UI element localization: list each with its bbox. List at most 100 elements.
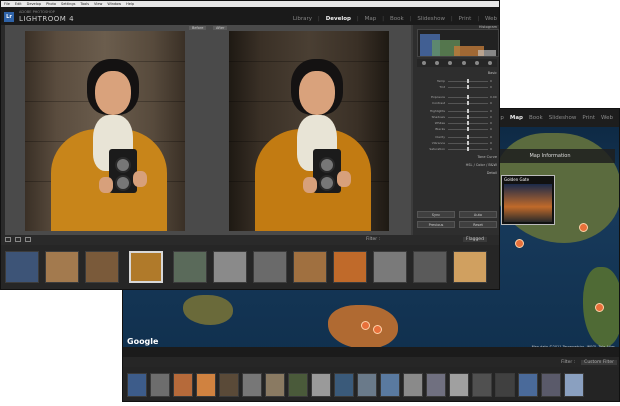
filmstrip-thumbnail[interactable] [413,251,447,283]
slider-exposure[interactable]: Exposure 0.00 [417,95,497,100]
slider-temp[interactable]: Temp 0 [417,79,497,84]
filmstrip-thumbnail[interactable] [373,251,407,283]
map-marker[interactable] [373,325,382,334]
slider-knob[interactable] [467,135,469,139]
filmstrip-thumbnail[interactable] [196,373,216,397]
histogram[interactable] [417,29,499,57]
filmstrip-thumbnail[interactable] [472,373,492,397]
filmstrip-thumbnail[interactable] [403,373,423,397]
filmstrip-filter-dropdown[interactable]: Flagged [463,237,487,242]
before-photo[interactable] [25,31,185,231]
filmstrip-thumbnail-selected[interactable] [129,251,163,283]
filmstrip-thumbnail[interactable] [219,373,239,397]
compare-view-icon[interactable] [25,237,31,242]
module-web[interactable]: Web [485,16,497,22]
slider-blacks[interactable]: Blacks 0 [417,127,497,132]
filmstrip-thumbnail[interactable] [265,373,285,397]
slider-knob[interactable] [467,147,469,151]
map-filter-dropdown[interactable]: Custom Filter [581,359,617,365]
menu-file[interactable]: File [4,2,10,6]
slider-whites[interactable]: Whites 0 [417,121,497,126]
spot-removal-icon[interactable] [434,61,439,65]
module-library[interactable]: Library [293,16,312,22]
filmstrip-thumbnail[interactable] [449,373,469,397]
slider-knob[interactable] [467,127,469,131]
filmstrip-thumbnail[interactable] [288,373,308,397]
module-web[interactable]: Web [601,115,613,121]
filmstrip-thumbnail[interactable] [5,251,39,283]
after-photo[interactable] [229,31,389,231]
menu-tools[interactable]: Tools [80,2,89,6]
filmstrip-thumbnail[interactable] [173,373,193,397]
slider-knob[interactable] [467,141,469,145]
map-marker[interactable] [595,303,604,312]
tone-curve-panel-header[interactable]: Tone Curve [417,155,498,161]
menu-develop[interactable]: Develop [27,2,41,6]
grid-view-icon[interactable] [5,237,11,242]
module-print[interactable]: Print [459,16,472,22]
menu-window[interactable]: Window [107,2,121,6]
photo-popup[interactable]: Golden Gate [501,175,555,225]
slider-knob[interactable] [467,85,469,89]
filmstrip-thumbnail[interactable] [45,251,79,283]
filmstrip-thumbnail[interactable] [213,251,247,283]
module-book[interactable]: Book [529,115,543,121]
filmstrip-thumbnail[interactable] [518,373,538,397]
module-slideshow[interactable]: Slideshow [417,16,445,22]
slider-knob[interactable] [467,95,469,99]
slider-clarity[interactable]: Clarity 0 [417,135,497,140]
filmstrip-thumbnail[interactable] [495,373,515,397]
slider-tint[interactable]: Tint 0 [417,85,497,90]
filmstrip-thumbnail[interactable] [426,373,446,397]
filmstrip-thumbnail[interactable] [333,251,367,283]
adjustment-brush-icon[interactable] [488,61,493,65]
module-map[interactable]: Map [510,115,523,121]
module-develop[interactable]: Develop [326,16,351,22]
filmstrip-thumbnail[interactable] [242,373,262,397]
loupe-view-icon[interactable] [15,237,21,242]
filmstrip-thumbnail[interactable] [150,373,170,397]
slider-knob[interactable] [467,115,469,119]
filmstrip-thumbnail[interactable] [541,373,561,397]
slider-knob[interactable] [467,101,469,105]
slider-shadows[interactable]: Shadows 0 [417,115,497,120]
slider-knob[interactable] [467,79,469,83]
module-slideshow[interactable]: Slideshow [549,115,577,121]
sync-button[interactable]: Sync [417,211,455,218]
menu-settings[interactable]: Settings [61,2,75,6]
red-eye-icon[interactable] [448,61,453,65]
slider-knob[interactable] [467,109,469,113]
menu-edit[interactable]: Edit [15,2,22,6]
reset-button[interactable]: Reset [459,221,497,228]
filmstrip-thumbnail[interactable] [453,251,487,283]
menu-photo[interactable]: Photo [46,2,56,6]
menu-view[interactable]: View [94,2,102,6]
radial-filter-icon[interactable] [474,61,479,65]
slider-saturation[interactable]: Saturation 0 [417,147,497,152]
filmstrip-thumbnail[interactable] [253,251,287,283]
map-marker[interactable] [361,321,370,330]
filmstrip-thumbnail[interactable] [380,373,400,397]
slider-vibrance[interactable]: Vibrance 0 [417,141,497,146]
module-map[interactable]: Map [365,16,377,22]
graduated-filter-icon[interactable] [461,61,466,65]
module-print[interactable]: Print [582,115,595,121]
slider-highlights[interactable]: Highlights 0 [417,109,497,114]
auto-button[interactable]: Auto [459,211,497,218]
map-marker[interactable] [515,239,524,248]
detail-panel-header[interactable]: Detail [417,171,497,177]
filmstrip-thumbnail[interactable] [173,251,207,283]
hsl-panel-header[interactable]: HSL / Color / B&W [417,163,497,169]
filmstrip-thumbnail[interactable] [85,251,119,283]
filmstrip-thumbnail[interactable] [293,251,327,283]
filmstrip-thumbnail[interactable] [127,373,147,397]
filmstrip-thumbnail[interactable] [357,373,377,397]
filmstrip-thumbnail[interactable] [311,373,331,397]
previous-button[interactable]: Previous [417,221,455,228]
menu-help[interactable]: Help [126,2,134,6]
slider-contrast[interactable]: Contrast 0 [417,101,497,106]
basic-panel-header[interactable]: Basic [417,71,497,77]
filmstrip-thumbnail[interactable] [334,373,354,397]
module-book[interactable]: Book [390,16,404,22]
map-marker[interactable] [579,223,588,232]
